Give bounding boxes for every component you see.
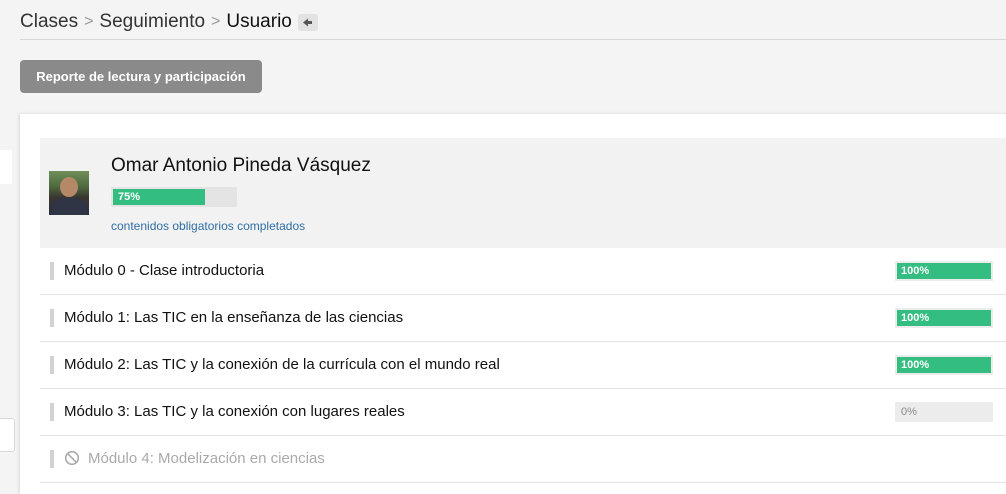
module-marker xyxy=(50,403,54,421)
user-progress-bar: 75% xyxy=(111,187,237,207)
breadcrumb: Clases > Seguimiento > Usuario xyxy=(20,11,318,33)
module-progress-label: 100% xyxy=(901,265,930,277)
side-panel-edge xyxy=(0,150,12,184)
module-progress-bar: 100% xyxy=(895,308,993,328)
module-marker xyxy=(50,309,54,327)
module-title: Módulo 4: Modelización en ciencias xyxy=(88,450,325,467)
side-panel-field-edge xyxy=(0,418,15,452)
user-card: Omar Antonio Pineda Vásquez 75% contenid… xyxy=(40,138,1006,248)
breadcrumb-item-seguimiento[interactable]: Seguimiento xyxy=(99,11,205,33)
report-button[interactable]: Reporte de lectura y participación xyxy=(20,60,262,93)
module-title: Módulo 1: Las TIC en la enseñanza de las… xyxy=(64,309,404,326)
module-progress-bar: 100% xyxy=(895,355,993,375)
blocked-icon xyxy=(64,450,80,466)
breadcrumb-separator: > xyxy=(84,13,94,30)
module-row-0[interactable]: Módulo 0 - Clase introductoria 100% xyxy=(40,248,1006,295)
breadcrumb-separator: > xyxy=(211,13,221,30)
module-row-2[interactable]: Módulo 2: Las TIC y la conexión de la cu… xyxy=(40,342,1006,389)
breadcrumb-item-clases[interactable]: Clases xyxy=(20,11,78,33)
module-progress-bar: 0% xyxy=(895,402,993,422)
module-marker xyxy=(50,262,54,280)
module-row-3[interactable]: Módulo 3: Las TIC y la conexión con luga… xyxy=(40,389,1006,436)
module-progress-label: 100% xyxy=(901,312,930,324)
module-title: Módulo 3: Las TIC y la conexión con luga… xyxy=(64,403,405,420)
module-title: Módulo 0 - Clase introductoria xyxy=(64,262,265,279)
user-name: Omar Antonio Pineda Vásquez xyxy=(111,155,371,176)
module-row-1[interactable]: Módulo 1: Las TIC en la enseñanza de las… xyxy=(40,295,1006,342)
module-row-4: Módulo 4: Modelización en ciencias xyxy=(40,436,1006,483)
module-progress-label: 0% xyxy=(901,406,917,418)
module-progress-bar: 100% xyxy=(895,261,993,281)
breadcrumb-current: Usuario xyxy=(226,11,292,32)
avatar xyxy=(49,171,89,215)
back-button[interactable] xyxy=(297,13,318,31)
module-marker xyxy=(50,450,54,468)
user-progress-fill: 75% xyxy=(113,189,205,205)
user-progress-caption: contenidos obligatorios completados xyxy=(111,219,306,233)
module-progress-label: 100% xyxy=(901,359,930,371)
progress-panel: Omar Antonio Pineda Vásquez 75% contenid… xyxy=(20,114,1006,494)
divider xyxy=(20,39,1006,40)
arrow-left-icon xyxy=(302,18,312,26)
module-title: Módulo 2: Las TIC y la conexión de la cu… xyxy=(64,356,500,373)
module-marker xyxy=(50,356,54,374)
